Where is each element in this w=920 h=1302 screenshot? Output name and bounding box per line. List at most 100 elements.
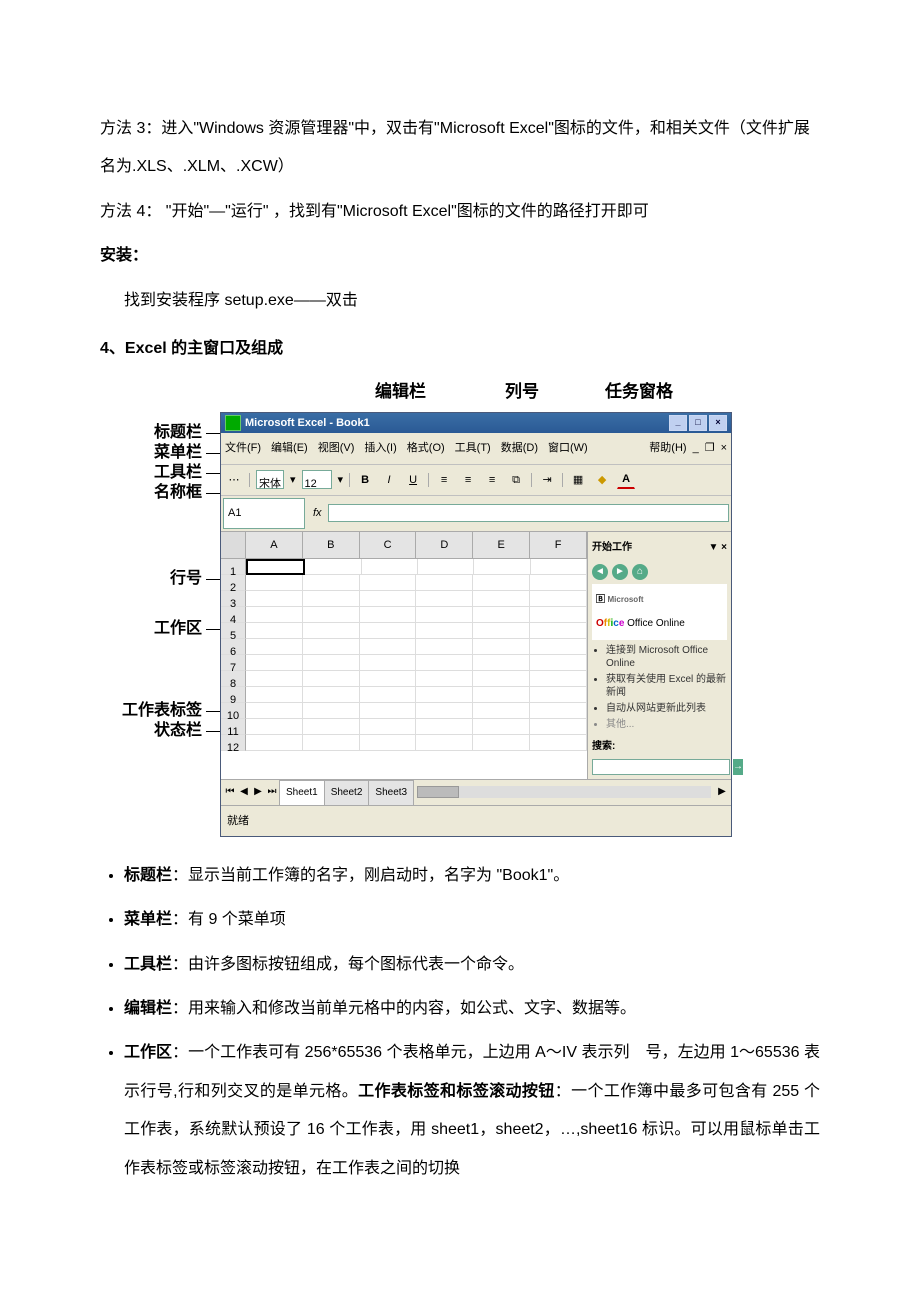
cell[interactable] <box>303 655 360 671</box>
cell[interactable] <box>303 687 360 703</box>
cell[interactable] <box>362 559 418 575</box>
doc-restore[interactable]: ❐ <box>705 435 715 461</box>
tab-nav-last[interactable]: ⏭ <box>265 780 279 804</box>
cell[interactable] <box>360 575 417 591</box>
cell[interactable] <box>530 719 587 735</box>
cell[interactable] <box>530 591 587 607</box>
menu-help[interactable]: 帮助(H) <box>649 435 686 461</box>
fill-button[interactable]: ◆ <box>593 471 611 489</box>
row-header[interactable]: 6 <box>221 639 246 655</box>
close-button[interactable]: × <box>709 415 727 431</box>
cell[interactable] <box>303 719 360 735</box>
cell[interactable] <box>303 607 360 623</box>
cell[interactable] <box>246 591 303 607</box>
formula-bar[interactable] <box>328 504 729 522</box>
cell[interactable] <box>246 671 303 687</box>
cell[interactable] <box>416 687 473 703</box>
cell[interactable] <box>303 623 360 639</box>
row-header[interactable]: 9 <box>221 687 246 703</box>
row-header[interactable]: 7 <box>221 655 246 671</box>
cell[interactable] <box>473 671 530 687</box>
cell[interactable] <box>416 639 473 655</box>
cell[interactable] <box>473 655 530 671</box>
col-header[interactable]: F <box>530 532 587 558</box>
taskpane-link[interactable]: 连接到 Microsoft Office Online <box>606 644 727 670</box>
cell[interactable] <box>416 623 473 639</box>
cell[interactable] <box>416 607 473 623</box>
cell[interactable] <box>416 703 473 719</box>
toolbar-btn[interactable]: ⋯ <box>225 471 243 489</box>
cell[interactable] <box>246 623 303 639</box>
col-header[interactable]: B <box>303 532 360 558</box>
cell[interactable] <box>360 703 417 719</box>
fx-button[interactable]: fx <box>307 500 328 526</box>
taskpane-back[interactable]: ◄ <box>592 564 608 580</box>
cell[interactable] <box>303 671 360 687</box>
col-header[interactable]: E <box>473 532 530 558</box>
taskpane-link[interactable]: 获取有关使用 Excel 的最新新闻 <box>606 673 727 699</box>
cell[interactable] <box>246 655 303 671</box>
maximize-button[interactable]: □ <box>689 415 707 431</box>
cell[interactable] <box>305 559 361 575</box>
sheet-tab[interactable]: Sheet2 <box>324 780 370 805</box>
doc-minimize[interactable]: _ <box>693 435 699 461</box>
titlebar[interactable]: Microsoft Excel - Book1 _ □ × <box>221 413 731 433</box>
row-header[interactable]: 2 <box>221 575 246 591</box>
minimize-button[interactable]: _ <box>669 415 687 431</box>
taskpane-search-input[interactable] <box>592 759 730 775</box>
cell[interactable] <box>246 735 303 751</box>
bold-button[interactable]: B <box>356 471 374 489</box>
cell[interactable] <box>473 639 530 655</box>
tab-nav-prev[interactable]: ◀ <box>237 780 251 804</box>
cell[interactable] <box>530 703 587 719</box>
cell[interactable] <box>416 719 473 735</box>
cell[interactable] <box>303 591 360 607</box>
cell[interactable] <box>360 591 417 607</box>
align-left-button[interactable]: ≡ <box>435 471 453 489</box>
menubar[interactable]: 文件(F) 编辑(E) 视图(V) 插入(I) 格式(O) 工具(T) 数据(D… <box>221 433 731 464</box>
hscrollbar[interactable] <box>417 786 711 798</box>
cell[interactable] <box>530 687 587 703</box>
row-header[interactable]: 4 <box>221 607 246 623</box>
cell[interactable] <box>530 623 587 639</box>
cell[interactable] <box>360 623 417 639</box>
cell[interactable] <box>416 591 473 607</box>
cell[interactable] <box>246 687 303 703</box>
row-header[interactable]: 1 <box>221 559 246 575</box>
align-center-button[interactable]: ≡ <box>459 471 477 489</box>
cell[interactable] <box>473 575 530 591</box>
cell[interactable] <box>303 735 360 751</box>
indent-button[interactable]: ⇥ <box>538 471 556 489</box>
taskpane-dropdown[interactable]: ▼ × <box>708 536 727 560</box>
font-combo[interactable]: 宋体 <box>256 470 284 489</box>
border-button[interactable]: ▦ <box>569 471 587 489</box>
cell[interactable] <box>530 607 587 623</box>
column-headers[interactable]: A B C D E F <box>221 532 587 559</box>
row-header[interactable]: 3 <box>221 591 246 607</box>
col-header[interactable]: D <box>416 532 473 558</box>
taskpane-fwd[interactable]: ► <box>612 564 628 580</box>
cell[interactable] <box>530 671 587 687</box>
hscroll-right[interactable]: ▶ <box>715 780 729 804</box>
name-box[interactable]: A1 <box>223 498 305 528</box>
cell[interactable] <box>246 607 303 623</box>
cell[interactable] <box>416 735 473 751</box>
cell[interactable] <box>416 655 473 671</box>
cell[interactable] <box>246 575 303 591</box>
taskpane-search-go[interactable]: → <box>733 759 743 775</box>
cell[interactable] <box>360 687 417 703</box>
cell[interactable] <box>473 687 530 703</box>
underline-button[interactable]: U <box>404 471 422 489</box>
cell[interactable] <box>360 639 417 655</box>
cell[interactable] <box>473 719 530 735</box>
cell[interactable] <box>303 703 360 719</box>
menu-view[interactable]: 视图(V) <box>318 435 355 461</box>
col-header[interactable]: A <box>246 532 303 558</box>
cell[interactable] <box>360 719 417 735</box>
taskpane-home[interactable]: ⌂ <box>632 564 648 580</box>
cell[interactable] <box>246 703 303 719</box>
col-header[interactable]: C <box>360 532 417 558</box>
row-header[interactable]: 8 <box>221 671 246 687</box>
cell[interactable] <box>473 703 530 719</box>
cell[interactable] <box>360 735 417 751</box>
